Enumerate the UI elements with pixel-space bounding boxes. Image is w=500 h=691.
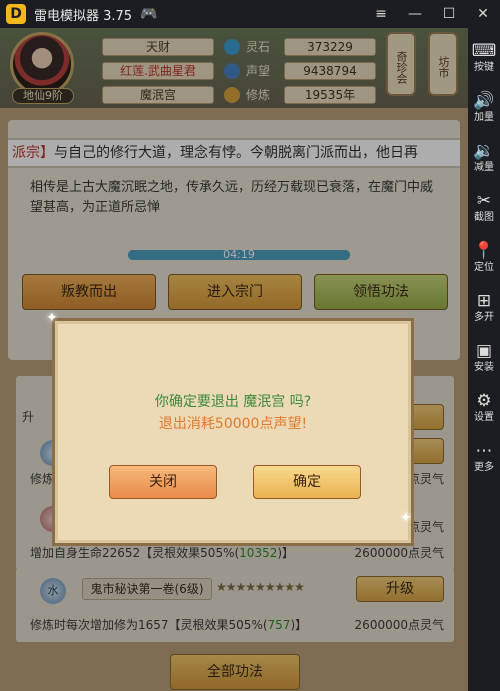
install-apk-tool[interactable]: ▣ 安装 <box>468 340 500 374</box>
player-rank: 地仙9阶 <box>12 88 74 104</box>
screenshot-tool[interactable]: ✂ 截图 <box>468 190 500 224</box>
dialog-cost-warning: 退出消耗50000点声望! <box>158 416 308 432</box>
leave-sect-dialog: 你确定要退出 魔泯宫 吗? 退出消耗50000点声望! 关闭 确定 <box>52 318 414 546</box>
comprehend-technique-button[interactable]: 领悟功法 <box>314 274 448 310</box>
sect-description: 相传是上古大魔沉眠之地，传承久远，历经万载现已衰落，在魔门中威望甚高，为正道所忌… <box>30 180 434 215</box>
keyboard-icon: ⌨ <box>471 41 497 61</box>
location-pin-icon: 📍 <box>473 241 495 261</box>
technique-cost: 2600000点灵气 <box>354 618 444 632</box>
enter-sect-button[interactable]: 进入宗门 <box>168 274 302 310</box>
volume-down-icon: 🔉 <box>473 141 495 161</box>
technique-row: 水 鬼市秘诀第一卷(6级) ★★★★★★★★★ 升级 修炼时每次增加修为1657… <box>16 568 454 642</box>
stat-cultivation: 修炼 19535年 <box>224 86 376 104</box>
player-header: 地仙9阶 天财 红莲.武曲星君 魔泯宫 灵石 373229 声望 9438794… <box>0 28 468 108</box>
sect-timer: 04:19 <box>223 248 255 261</box>
sparkle-icon: ✦ <box>400 510 412 526</box>
gear-icon: ⚙ <box>476 391 492 411</box>
upgrade-button[interactable]: 升级 <box>356 576 444 602</box>
game-screen: 地仙9阶 天财 红莲.武曲星君 魔泯宫 灵石 373229 声望 9438794… <box>0 28 468 691</box>
player-avatar[interactable] <box>10 32 74 96</box>
announcement-marquee: 派宗】与自己的修行大道，理念有悖。今朝脱离门派而出，他日再 <box>8 138 460 168</box>
dialog-confirm-button[interactable]: 确定 <box>253 465 361 499</box>
player-title-cell: 天财 <box>102 38 214 56</box>
player-name-cell: 红莲.武曲星君 <box>102 62 214 80</box>
sparkle-icon: ✦ <box>46 310 58 326</box>
market-sign[interactable]: 坊市 <box>428 32 458 96</box>
more-tool[interactable]: ⋯ 更多 <box>468 440 500 474</box>
cultivation-icon <box>224 87 240 103</box>
menu-icon[interactable]: ≡ <box>364 6 398 22</box>
technique-effect: 修炼时每次增加修为1657【灵根效果505%(757)】 <box>30 618 308 632</box>
all-techniques-button[interactable]: 全部功法 <box>170 654 300 690</box>
multi-instance-tool[interactable]: ⊞ 多开 <box>468 290 500 324</box>
technique-cost: 2600000点灵气 <box>354 546 444 560</box>
emulator-titlebar: D 雷电模拟器 3.75 🎮 ≡ — ☐ ✕ <box>0 0 500 28</box>
technique-name: 鬼市秘诀第一卷(6级) <box>82 578 212 600</box>
gamepad-icon[interactable]: 🎮 <box>140 6 157 22</box>
volume-up-tool[interactable]: 🔊 加量 <box>468 90 500 124</box>
apk-icon: ▣ <box>475 341 493 361</box>
close-window-button[interactable]: ✕ <box>466 6 500 22</box>
volume-up-icon: 🔊 <box>473 91 495 111</box>
maximize-button[interactable]: ☐ <box>432 6 466 22</box>
emulator-logo-icon: D <box>6 4 26 24</box>
player-sect-cell: 魔泯宫 <box>102 86 214 104</box>
minimize-button[interactable]: — <box>398 6 432 22</box>
more-dots-icon: ⋯ <box>475 441 493 461</box>
keymap-tool[interactable]: ⌨ 按键 <box>468 40 500 74</box>
multi-window-icon: ⊞ <box>476 291 492 311</box>
reputation-icon <box>224 63 240 79</box>
technique-stars: ★★★★★★★★★ <box>216 580 305 594</box>
water-orb-icon: 水 <box>40 578 66 604</box>
stat-spirit-stone: 灵石 373229 <box>224 38 376 56</box>
leave-sect-button[interactable]: 叛教而出 <box>22 274 156 310</box>
emulator-sidebar: ⌨ 按键 🔊 加量 🔉 减量 ✂ 截图 📍 定位 ⊞ 多开 ▣ 安装 ⚙ 设置 ⋯ 更多 <box>468 28 500 691</box>
scissors-icon: ✂ <box>476 191 492 211</box>
dialog-question: 你确定要退出 魔泯宫 吗? <box>154 394 312 410</box>
technique-effect: 增加自身生命22652【灵根效果505%(10352)】 <box>30 546 295 560</box>
stat-reputation: 声望 9438794 <box>224 62 376 80</box>
dialog-close-button[interactable]: 关闭 <box>109 465 217 499</box>
spirit-stone-icon <box>224 39 240 55</box>
location-tool[interactable]: 📍 定位 <box>468 240 500 274</box>
treasure-fair-sign[interactable]: 奇珍会 <box>386 32 416 96</box>
window-title: 雷电模拟器 3.75 <box>34 8 133 24</box>
volume-down-tool[interactable]: 🔉 减量 <box>468 140 500 174</box>
settings-tool[interactable]: ⚙ 设置 <box>468 390 500 424</box>
